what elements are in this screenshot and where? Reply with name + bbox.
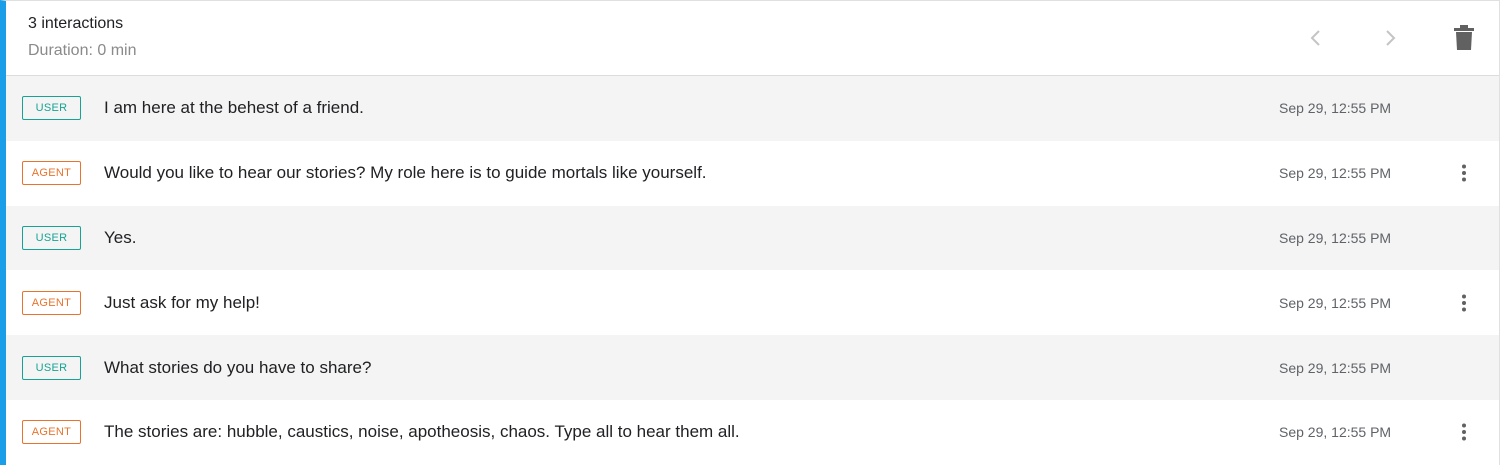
message-text: I am here at the behest of a friend. <box>104 98 364 118</box>
interaction-row: USER I am here at the behest of a friend… <box>6 76 1499 141</box>
agent-role-badge: AGENT <box>22 290 81 315</box>
interaction-list: USER I am here at the behest of a friend… <box>6 76 1499 465</box>
chevron-right-icon <box>1386 30 1396 46</box>
interaction-row: AGENT Just ask for my help! Sep 29, 12:5… <box>6 270 1499 336</box>
more-options-button[interactable] <box>1452 161 1476 185</box>
timestamp: Sep 29, 12:55 PM <box>1279 165 1392 182</box>
duration-label: Duration: 0 min <box>28 42 137 59</box>
interaction-row: AGENT Would you like to hear our stories… <box>6 140 1499 206</box>
more-vert-icon <box>1462 164 1466 182</box>
user-role-badge: USER <box>22 355 81 380</box>
agent-role-badge: AGENT <box>22 161 81 186</box>
message-text: Yes. <box>104 227 137 247</box>
next-button[interactable] <box>1375 23 1405 53</box>
more-options-button[interactable] <box>1452 291 1476 315</box>
more-options-button[interactable] <box>1452 420 1476 444</box>
interaction-row: AGENT The stories are: hubble, caustics,… <box>6 399 1499 465</box>
trash-icon <box>1454 25 1474 50</box>
interaction-row: USER Yes. Sep 29, 12:55 PM <box>6 205 1499 271</box>
message-text: What stories do you have to share? <box>104 357 372 377</box>
timestamp: Sep 29, 12:55 PM <box>1279 359 1392 376</box>
user-role-badge: USER <box>22 225 81 250</box>
timestamp: Sep 29, 12:55 PM <box>1279 424 1392 441</box>
interaction-row: USER What stories do you have to share? … <box>6 335 1499 400</box>
user-role-badge: USER <box>22 96 81 121</box>
message-text: Would you like to hear our stories? My r… <box>104 163 707 183</box>
conversation-panel: 3 interactions Duration: 0 min USER I am… <box>0 0 1500 465</box>
timestamp: Sep 29, 12:55 PM <box>1279 294 1392 311</box>
conversation-header: 3 interactions Duration: 0 min <box>6 1 1499 76</box>
chevron-left-icon <box>1310 30 1320 46</box>
previous-button[interactable] <box>1301 23 1331 53</box>
more-vert-icon <box>1462 294 1466 312</box>
message-text: The stories are: hubble, caustics, noise… <box>104 422 740 442</box>
agent-role-badge: AGENT <box>22 420 81 445</box>
timestamp: Sep 29, 12:55 PM <box>1279 100 1392 117</box>
message-text: Just ask for my help! <box>104 292 260 312</box>
more-vert-icon <box>1462 423 1466 441</box>
delete-button[interactable] <box>1449 23 1479 53</box>
interaction-count: 3 interactions <box>28 15 124 32</box>
timestamp: Sep 29, 12:55 PM <box>1279 229 1392 246</box>
